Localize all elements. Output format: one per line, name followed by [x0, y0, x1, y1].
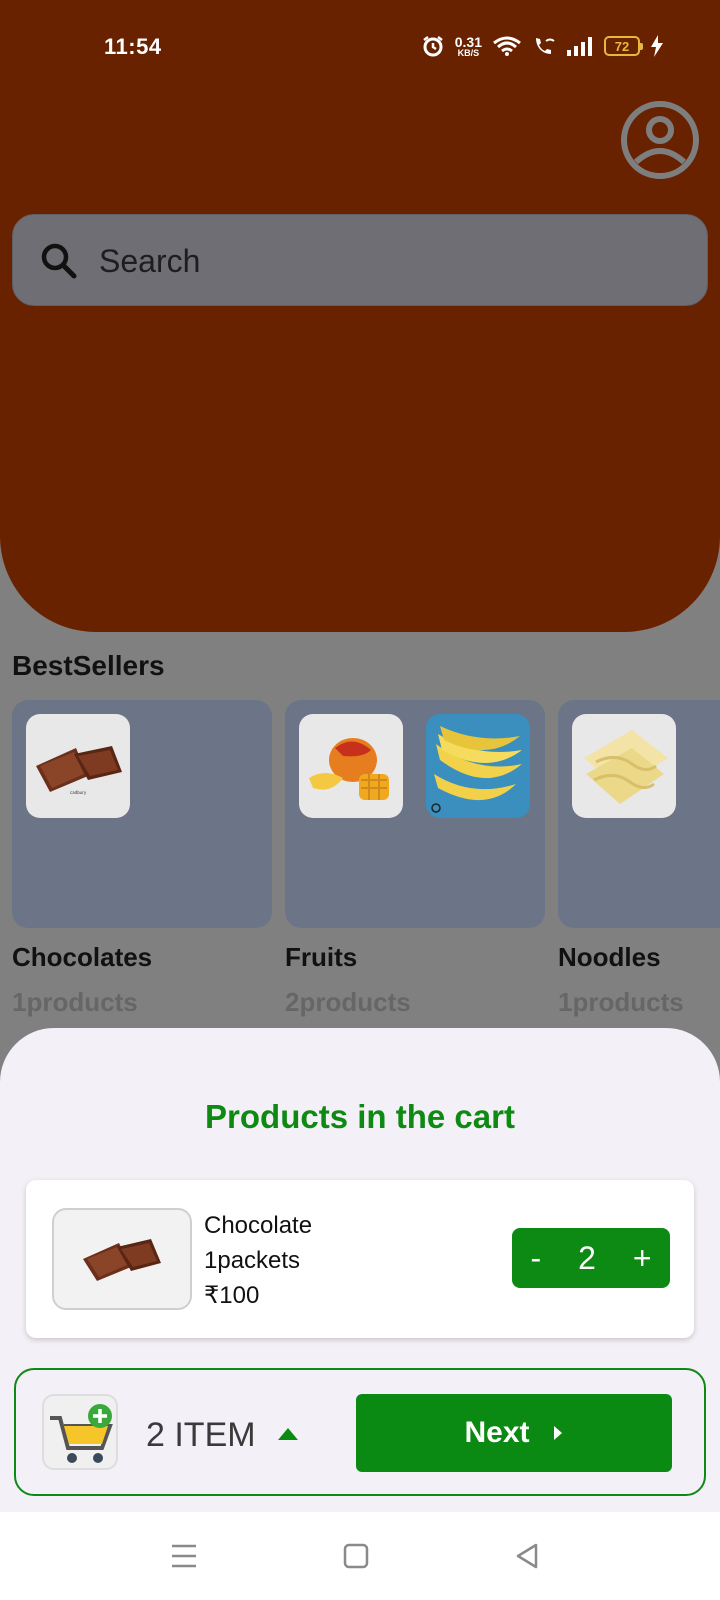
status-time: 11:54 — [104, 34, 162, 59]
increment-button[interactable]: + — [633, 1240, 652, 1277]
header-background — [0, 0, 720, 632]
search-bar[interactable] — [12, 214, 708, 306]
cart-item-count[interactable]: 2 ITEM — [146, 1416, 256, 1455]
battery-icon: 72 — [604, 36, 643, 56]
product-image — [299, 714, 403, 818]
search-input[interactable] — [99, 241, 679, 281]
section-title: BestSellers — [12, 650, 165, 681]
cart-item-name: Chocolate — [204, 1212, 313, 1239]
alarm-icon — [423, 36, 443, 57]
product-image — [572, 714, 676, 818]
next-button-label: Next — [464, 1416, 530, 1449]
search-icon — [41, 243, 77, 279]
cart-item-price: ₹100 — [204, 1282, 260, 1309]
category-name: Chocolates — [12, 942, 153, 972]
checkout-bar: 2 ITEM Next — [14, 1368, 706, 1496]
chevron-right-icon — [553, 1426, 562, 1440]
wifi-call-icon — [536, 38, 555, 54]
cart-item: Chocolate 1packets ₹100 - 2 + — [26, 1180, 694, 1338]
next-button[interactable]: Next — [356, 1394, 672, 1472]
category-count: 1products — [12, 987, 138, 1017]
charging-icon — [651, 35, 663, 57]
category-images[interactable] — [285, 700, 545, 928]
category-card[interactable]: cadbury Chocolates 1products — [12, 700, 272, 1018]
bestsellers-list[interactable]: cadbury Chocolates 1products Fruits 2pro… — [12, 700, 720, 1040]
network-speed: 0.31 KB/S — [454, 33, 482, 58]
cart-item-unit: 1packets — [204, 1247, 301, 1274]
cart-bottom-sheet: Products in the cart Chocolate 1packets … — [0, 1028, 720, 1513]
category-card[interactable]: Noodles 1products — [558, 700, 720, 1018]
cart-title: Products in the cart — [205, 1098, 515, 1135]
cart-item-image — [52, 1208, 192, 1310]
system-nav-bar — [0, 1512, 720, 1600]
caret-up-icon[interactable] — [278, 1426, 298, 1440]
cart-item-details: Chocolate 1packets ₹100 — [204, 1208, 312, 1313]
signal-icon — [567, 37, 592, 56]
cart-add-icon — [50, 1404, 113, 1463]
product-image — [426, 714, 530, 818]
product-image: cadbury — [26, 714, 130, 818]
category-name: Noodles — [558, 942, 661, 972]
quantity-stepper[interactable]: - 2 + — [512, 1228, 670, 1288]
wifi-icon — [493, 36, 521, 56]
svg-text:cadbury: cadbury — [70, 790, 87, 795]
category-images[interactable]: cadbury — [12, 700, 272, 928]
cart-icon-box[interactable] — [42, 1394, 118, 1470]
status-bar: 11:54 0.31 KB/S 72 — [0, 28, 720, 68]
decrement-button[interactable]: - — [530, 1240, 541, 1277]
status-icons: 0.31 KB/S 72 — [421, 34, 664, 58]
quantity-value: 2 — [578, 1239, 596, 1276]
profile-icon[interactable] — [620, 100, 700, 180]
menu-icon[interactable] — [168, 1540, 200, 1572]
category-count: 2products — [285, 987, 411, 1017]
home-icon[interactable] — [340, 1540, 372, 1572]
back-icon[interactable] — [512, 1540, 544, 1572]
category-name: Fruits — [285, 942, 358, 972]
category-images[interactable] — [558, 700, 720, 928]
category-card[interactable]: Fruits 2products — [285, 700, 545, 1018]
category-count: 1products — [558, 987, 684, 1017]
